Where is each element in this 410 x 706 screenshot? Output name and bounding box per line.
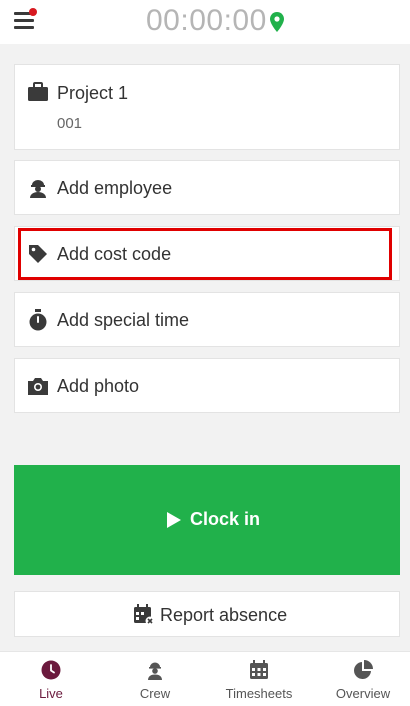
nav-item-overview[interactable]: Overview xyxy=(312,652,410,706)
report-absence-label: Report absence xyxy=(160,605,288,625)
camera-icon xyxy=(28,378,48,395)
clock-in-button[interactable]: Clock in xyxy=(14,465,400,575)
calendar-cancel-icon xyxy=(134,604,155,626)
menu-button[interactable] xyxy=(14,8,38,32)
add-employee-row[interactable]: Add employee xyxy=(14,160,400,215)
play-icon xyxy=(167,512,181,528)
add-cost-code-row[interactable]: Add cost code xyxy=(14,226,400,281)
project-code: 001 xyxy=(57,115,83,132)
menu-icon-bar xyxy=(14,19,34,22)
nav-item-live-label: Live xyxy=(39,686,63,701)
worker-icon xyxy=(148,662,162,680)
bottom-navigation: Live Crew Timesheets Overview xyxy=(0,651,410,706)
add-special-time-label: Add special time xyxy=(57,310,190,330)
clock-icon xyxy=(41,660,61,680)
stopwatch-icon xyxy=(29,309,47,331)
menu-icon-bar xyxy=(14,26,34,29)
nav-item-crew-label: Crew xyxy=(139,686,171,701)
add-photo-row[interactable]: Add photo xyxy=(14,358,400,413)
tag-icon xyxy=(29,245,47,263)
add-special-time-row[interactable]: Add special time xyxy=(14,292,400,347)
project-card[interactable]: Project 1 001 xyxy=(14,64,400,150)
nav-item-live[interactable]: Live xyxy=(0,652,102,706)
worker-icon xyxy=(30,180,46,198)
report-absence-button[interactable]: Report absence xyxy=(14,591,400,637)
briefcase-icon xyxy=(28,82,48,101)
notification-dot xyxy=(29,8,37,16)
pie-chart-icon xyxy=(354,660,373,679)
nav-item-overview-label: Overview xyxy=(335,686,391,701)
add-employee-label: Add employee xyxy=(57,178,173,198)
clock-in-label: Clock in xyxy=(190,509,261,529)
calendar-icon xyxy=(250,660,268,679)
nav-item-timesheets[interactable]: Timesheets xyxy=(208,652,310,706)
add-cost-code-label: Add cost code xyxy=(57,244,172,264)
timer-display: 00:00:00 xyxy=(146,4,267,37)
add-photo-label: Add photo xyxy=(57,376,140,396)
top-bar: 00:00:00 xyxy=(0,0,410,44)
location-pin-icon xyxy=(270,12,284,32)
nav-item-timesheets-label: Timesheets xyxy=(225,686,293,701)
nav-item-crew[interactable]: Crew xyxy=(104,652,206,706)
project-name: Project 1 xyxy=(57,83,129,103)
